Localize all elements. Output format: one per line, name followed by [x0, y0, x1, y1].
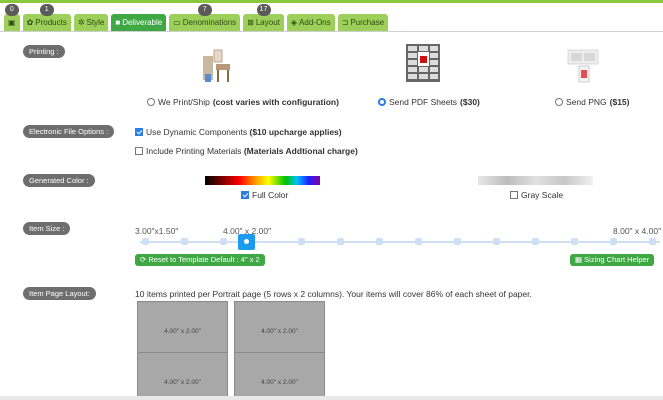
png-label: Send PNG — [566, 97, 607, 107]
tab-deliverable[interactable]: ■ Deliverable — [111, 14, 167, 31]
dynamic-components-label: Use Dynamic Components — [146, 127, 248, 137]
png-illustration — [567, 49, 599, 83]
tab-layout[interactable]: 17 ⊠ Layout — [243, 4, 284, 31]
size-min-label: 3.00"x1.50" — [135, 226, 179, 236]
tab-label: Products — [35, 18, 67, 27]
slider-step[interactable] — [493, 238, 500, 245]
item-size-label: Item Size : — [23, 222, 71, 235]
printing-materials-label: Include Printing Materials — [146, 146, 242, 156]
tab-label: Style — [86, 18, 105, 27]
slider-step[interactable] — [376, 238, 383, 245]
pdf-sheets-illustration — [406, 44, 440, 82]
slider-step[interactable] — [532, 238, 539, 245]
tab-purchase[interactable]: ⊐ Purchase — [337, 14, 389, 31]
full-color-option[interactable]: Full Color — [241, 190, 288, 200]
png-radio[interactable] — [555, 98, 563, 106]
png-option[interactable]: Send PNG ($15) — [555, 97, 629, 107]
generated-color-label: Generated Color : — [23, 174, 95, 187]
printing-materials-checkbox[interactable] — [135, 147, 143, 155]
slider-step[interactable] — [454, 238, 461, 245]
gray-scale-text: Gray Scale — [521, 190, 564, 200]
electronic-options-label: Electronic File Options : — [23, 125, 115, 138]
tab-badge: 7 — [197, 4, 212, 16]
tab-denominations[interactable]: 7 ▭ Denominations — [169, 4, 241, 31]
pdf-sheets-option[interactable]: Send PDF Sheets ($30) — [378, 97, 480, 107]
we-print-illustration — [203, 49, 230, 82]
pdf-sheets-label: Send PDF Sheets — [389, 97, 458, 107]
printing-section-label: Printing : — [23, 45, 65, 58]
we-print-radio[interactable] — [147, 98, 155, 106]
tab-products[interactable]: 1 ✿ Products — [22, 4, 71, 31]
we-print-note: (cost varies with configuration) — [212, 97, 339, 107]
tab-badge: 0 — [4, 4, 19, 16]
chart-icon: ▦ — [575, 255, 585, 264]
sizing-chart-label: Sizing Chart Helper — [584, 255, 650, 264]
money-icon: ▭ — [173, 18, 181, 27]
tab-image[interactable]: 0 ▣ — [4, 4, 20, 31]
slider-step[interactable] — [571, 238, 578, 245]
gear-icon: ✿ — [26, 18, 34, 27]
png-price: ($15) — [609, 97, 630, 107]
dynamic-components-note: ($10 upcharge applies) — [249, 127, 342, 137]
tab-style[interactable]: ✲ Style — [73, 14, 109, 31]
car-icon: ■ — [115, 18, 121, 27]
size-max-label: 8.00" x 4.00" — [613, 226, 662, 236]
dynamic-components-checkbox[interactable] — [135, 128, 143, 136]
tab-label: Purchase — [350, 18, 385, 27]
gray-scale-checkbox[interactable] — [510, 191, 518, 199]
gears-icon: ✲ — [77, 18, 85, 27]
step-tabs: 0 ▣ 1 ✿ Products ✲ Style ■ Deliverable 7… — [4, 4, 389, 31]
top-accent-line — [0, 0, 663, 3]
printing-materials-option[interactable]: Include Printing Materials (Materials Ad… — [135, 146, 358, 156]
slider-step[interactable] — [220, 238, 227, 245]
slider-step[interactable] — [610, 238, 617, 245]
dynamic-components-option[interactable]: Use Dynamic Components ($10 upcharge app… — [135, 127, 342, 137]
tab-badge: 17 — [256, 4, 271, 16]
slider-step[interactable] — [142, 238, 149, 245]
layout-cell: 4.00" x 2.00" — [137, 352, 228, 400]
slider-step[interactable] — [181, 238, 188, 245]
we-print-option[interactable]: We Print/Ship (cost varies with configur… — [147, 97, 339, 107]
gray-scale-option[interactable]: Gray Scale — [510, 190, 563, 200]
tab-add-ons[interactable]: ◈ Add-Ons — [286, 14, 335, 31]
full-color-text: Full Color — [252, 190, 289, 200]
bottom-scroll-edge — [0, 396, 663, 400]
image-icon: ▣ — [8, 18, 16, 27]
size-slider-handle[interactable] — [238, 234, 255, 250]
layout-summary: 10 items printed per Portrait page (5 ro… — [135, 289, 532, 299]
cart-icon: ⊐ — [341, 18, 349, 27]
tab-label: Add-Ons — [299, 18, 331, 27]
gray-scale-swatch — [478, 176, 593, 185]
we-print-label: We Print/Ship — [158, 97, 210, 107]
tab-bar-divider — [0, 31, 663, 32]
full-color-swatch — [205, 176, 320, 185]
slider-step[interactable] — [298, 238, 305, 245]
tab-label: Denominations — [182, 18, 237, 27]
diamond-icon: ◈ — [290, 18, 298, 27]
tab-label: Layout — [255, 18, 280, 27]
pdf-sheets-radio[interactable] — [378, 98, 386, 106]
slider-step[interactable] — [415, 238, 422, 245]
item-page-layout-label: Item Page Layout: — [23, 287, 96, 300]
layout-icon: ⊠ — [247, 18, 254, 27]
slider-step[interactable] — [337, 238, 344, 245]
tab-label: Deliverable — [122, 18, 163, 27]
tab-badge: 1 — [39, 4, 54, 16]
full-color-checkbox[interactable] — [241, 191, 249, 199]
reset-template-label: Reset to Template Default : 4" x 2 — [148, 255, 260, 264]
size-slider-track[interactable] — [140, 241, 660, 243]
pdf-sheets-price: ($30) — [460, 97, 480, 107]
sizing-chart-button[interactable]: ▦ Sizing Chart Helper — [570, 254, 655, 266]
reset-template-button[interactable]: ⟳ Reset to Template Default : 4" x 2 — [135, 254, 265, 266]
layout-cell: 4.00" x 2.00" — [234, 352, 325, 400]
printing-materials-note: (Materials Addtional charge) — [243, 146, 358, 156]
slider-step[interactable] — [649, 238, 656, 245]
